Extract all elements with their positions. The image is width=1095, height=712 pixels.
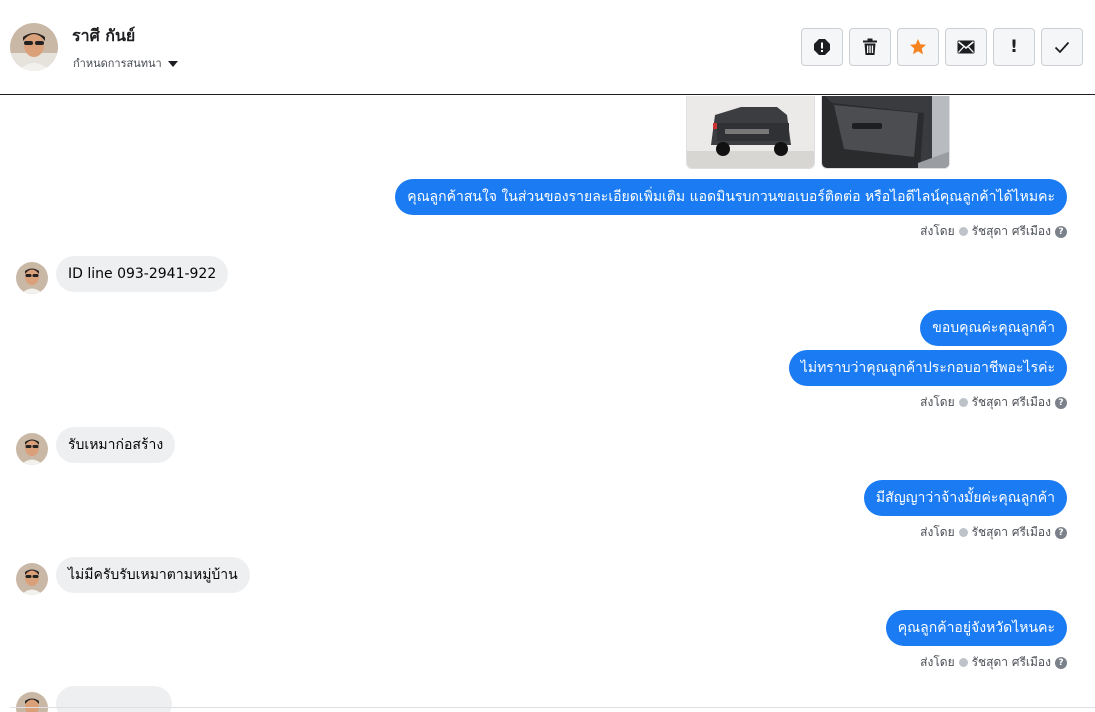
check-icon [958, 398, 968, 407]
unread-button[interactable] [945, 28, 987, 66]
action-toolbar: ! [801, 28, 1083, 66]
check-icon [958, 658, 968, 667]
sent-by-meta: ส่งโดย รัชสุดา ศรีเมือง ? [920, 393, 1067, 412]
checkmark-icon [1054, 41, 1070, 53]
check-icon [958, 528, 968, 537]
message-bubble-outgoing: คุณลูกค้าอยู่จังหวัดไหนคะ [885, 610, 1067, 646]
message-bubble-incoming: รับเหมาก่อสร้าง [56, 427, 176, 463]
contact-avatar-small[interactable] [16, 433, 48, 465]
sent-by-meta: ส่งโดย รัชสุดา ศรีเมือง ? [920, 653, 1067, 672]
message-bubble-incoming-partial [56, 686, 172, 712]
star-icon [910, 39, 926, 55]
envelope-icon [957, 40, 975, 54]
help-icon[interactable]: ? [1055, 526, 1067, 539]
done-button[interactable] [1041, 28, 1083, 66]
delete-button[interactable] [849, 28, 891, 66]
message-bubble-incoming: ID line 093-2941-922 [56, 256, 229, 292]
trash-icon [863, 38, 877, 55]
truck-rear-photo[interactable] [686, 96, 815, 169]
follow-up-button[interactable]: ! [993, 28, 1035, 66]
assign-conversation-dropdown[interactable]: กำหนดการสนทนา [73, 54, 178, 72]
agent-name[interactable]: รัชสุดา ศรีเมือง [972, 523, 1051, 542]
sent-by-meta: ส่งโดย รัชสุดา ศรีเมือง ? [920, 523, 1067, 542]
attachment-row [686, 96, 950, 169]
composer-divider [10, 707, 1095, 708]
help-icon[interactable]: ? [1055, 656, 1067, 669]
message-bubble-outgoing: ขอบคุณค่ะคุณลูกค้า [920, 310, 1067, 346]
sent-by-label: ส่งโดย [920, 525, 955, 539]
check-icon [958, 227, 968, 236]
exclamation-icon: ! [1010, 37, 1018, 57]
message-thread[interactable]: คุณลูกค้าสนใจ ในส่วนของรายละเอียดเพิ่มเต… [0, 96, 1095, 712]
help-icon[interactable]: ? [1055, 396, 1067, 409]
contact-avatar-small[interactable] [16, 692, 48, 712]
message-bubble-outgoing: มีสัญญาว่าจ้างมั้ยค่ะคุณลูกค้า [863, 480, 1067, 516]
chevron-down-icon [167, 60, 178, 67]
help-icon[interactable]: ? [1055, 225, 1067, 238]
message-bubble-incoming: ไม่มีครับรับเหมาตามหมู่บ้าน [56, 557, 250, 593]
contact-avatar-small[interactable] [16, 262, 48, 294]
conversation-header: ราศี กันย์ กำหนดการสนทนา ! [0, 0, 1095, 95]
agent-name[interactable]: รัชสุดา ศรีเมือง [972, 393, 1051, 412]
star-button[interactable] [897, 28, 939, 66]
contact-avatar[interactable] [10, 23, 58, 71]
message-bubble-outgoing: ไม่ทราบว่าคุณลูกค้าประกอบอาชีพอะไรค่ะ [788, 350, 1067, 386]
agent-name[interactable]: รัชสุดา ศรีเมือง [972, 653, 1051, 672]
alert-circle-icon [814, 39, 830, 55]
sent-by-label: ส่งโดย [920, 224, 955, 238]
agent-name[interactable]: รัชสุดา ศรีเมือง [972, 222, 1051, 241]
contact-avatar-small[interactable] [16, 563, 48, 595]
contact-name[interactable]: ราศี กันย์ [72, 24, 135, 49]
truck-door-photo[interactable] [821, 96, 950, 169]
message-bubble-outgoing: คุณลูกค้าสนใจ ในส่วนของรายละเอียดเพิ่มเต… [395, 179, 1067, 215]
assign-label: กำหนดการสนทนา [73, 57, 162, 70]
sent-by-label: ส่งโดย [920, 395, 955, 409]
spam-button[interactable] [801, 28, 843, 66]
sent-by-label: ส่งโดย [920, 655, 955, 669]
sent-by-meta: ส่งโดย รัชสุดา ศรีเมือง ? [920, 222, 1067, 241]
